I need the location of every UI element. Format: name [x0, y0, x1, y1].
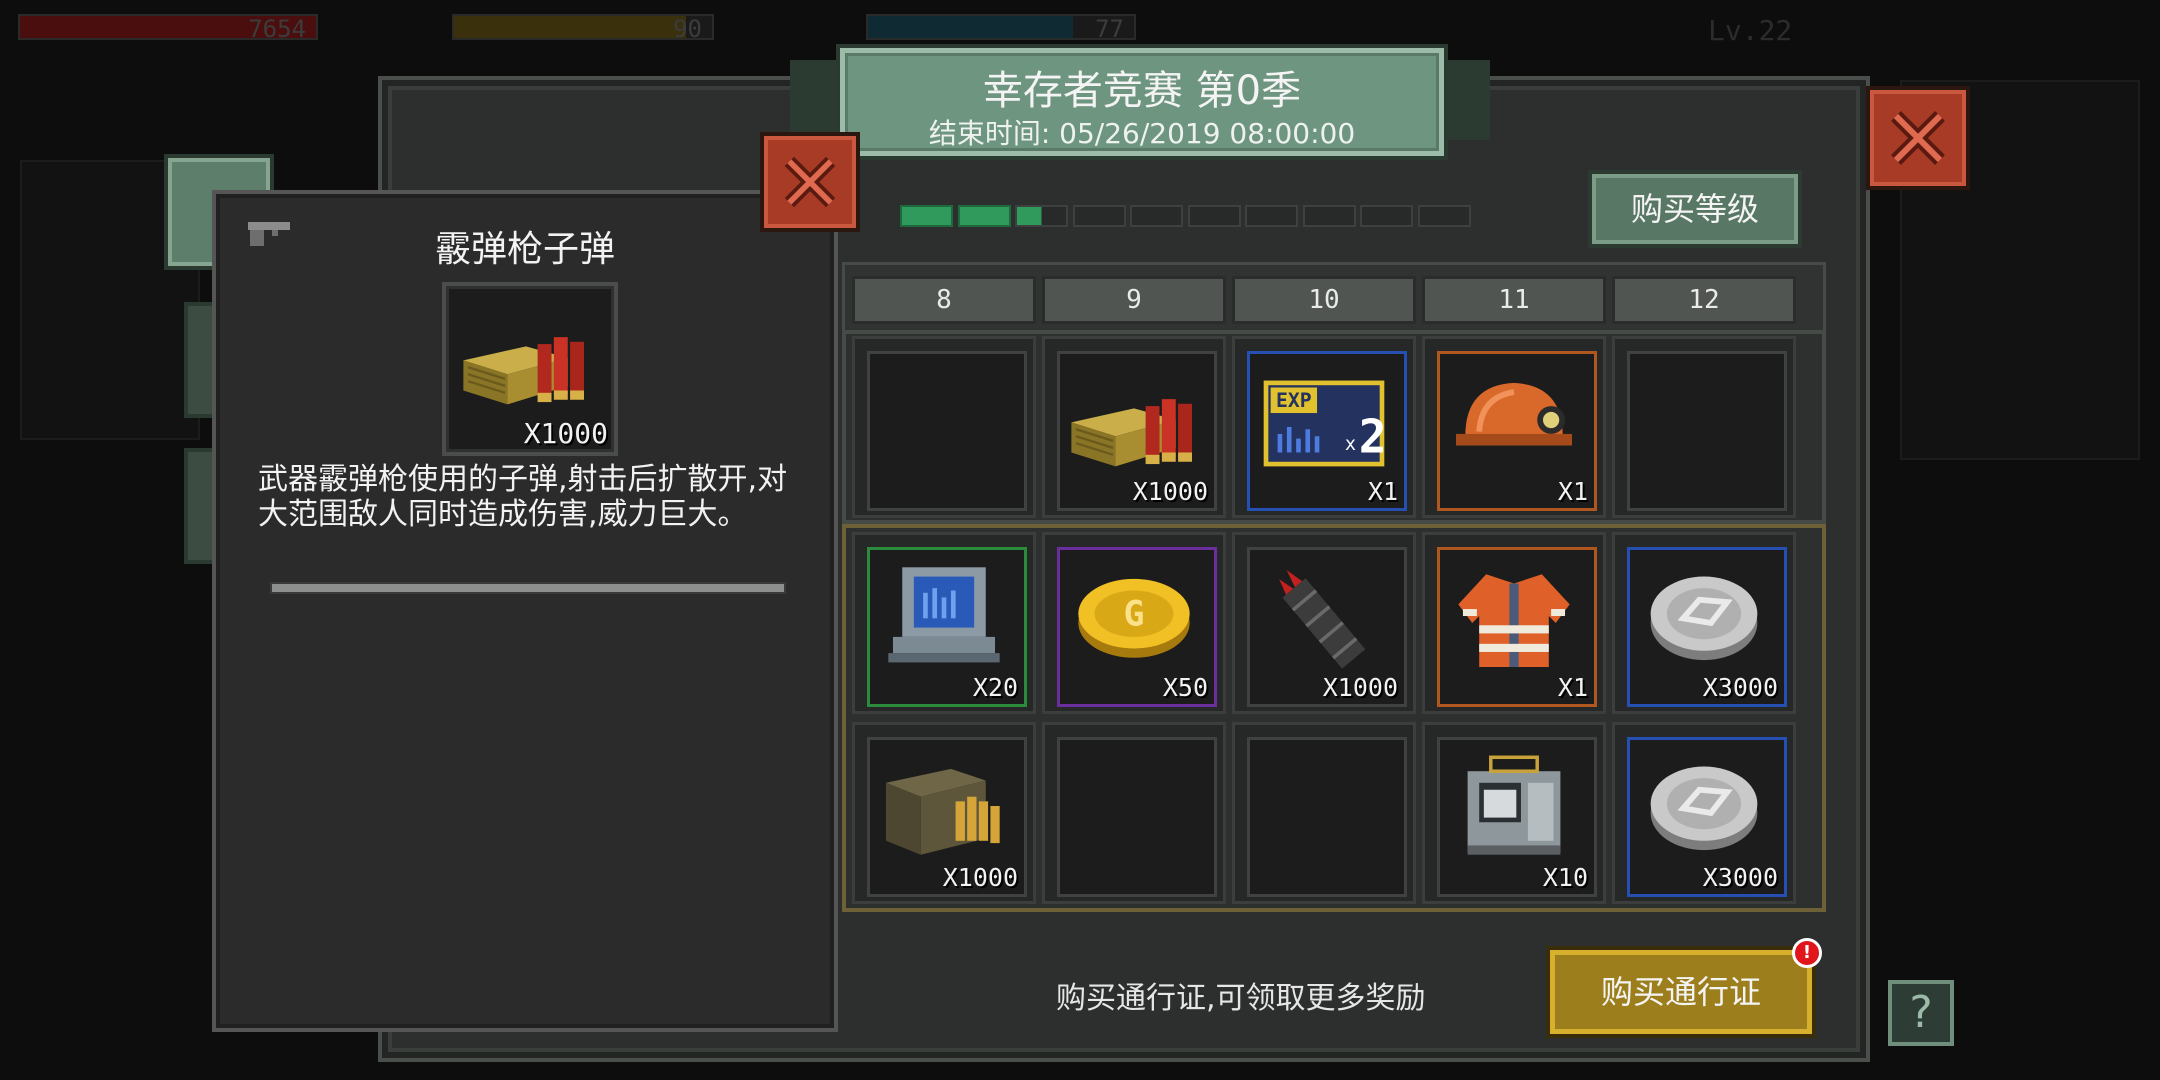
reward-slot: X1: [1437, 547, 1597, 707]
reward-cell[interactable]: X1: [1232, 336, 1416, 518]
reward-slot: [1057, 737, 1217, 897]
hud-energy-value: 90: [673, 15, 702, 43]
rifle-ammo-crate-icon: [874, 748, 1014, 864]
hud-energy-bar: 90: [452, 14, 714, 43]
progress-segment: [1360, 205, 1413, 227]
buy-level-button[interactable]: 购买等级: [1588, 170, 1802, 248]
reward-quantity: X1000: [1322, 673, 1398, 702]
close-icon: [1891, 111, 1945, 165]
alert-badge: !: [1792, 938, 1822, 968]
close-detail-button[interactable]: [760, 132, 860, 232]
reward-quantity: X3000: [1702, 863, 1778, 892]
item-quantity: X1000: [523, 417, 608, 450]
silver-coin-icon: [1634, 748, 1774, 864]
reward-cell[interactable]: X3000: [1612, 722, 1796, 904]
reward-slot: X3000: [1627, 547, 1787, 707]
reward-quantity: X1: [1557, 477, 1588, 506]
reward-cell[interactable]: X1000: [1042, 336, 1226, 518]
reward-cell[interactable]: X10: [1422, 722, 1606, 904]
gold-coin-icon: [1064, 558, 1204, 674]
reward-cell[interactable]: X3000: [1612, 532, 1796, 714]
reward-quantity: X3000: [1702, 673, 1778, 702]
reward-quantity: X1: [1557, 673, 1588, 702]
progress-segment: [900, 205, 953, 227]
progress-segment: [1015, 205, 1068, 227]
reward-quantity: X1000: [1132, 477, 1208, 506]
level-header: 9: [1042, 276, 1226, 324]
mining-helmet-icon: [1444, 362, 1584, 478]
reward-slot: X1000: [1057, 351, 1217, 511]
reward-cell[interactable]: X1: [1422, 336, 1606, 518]
shotgun-ammo-crate-icon: [1064, 362, 1204, 478]
progress-segment: [1245, 205, 1298, 227]
reward-slot: [1247, 737, 1407, 897]
progress-segment: [1130, 205, 1183, 227]
progress-segment: [1072, 205, 1126, 227]
season-title-banner: 幸存者竞赛 第0季 结束时间: 05/26/2019 08:00:00: [836, 44, 1448, 160]
generator-box-icon: [1444, 748, 1584, 864]
hud-level-text: Lv.22: [1708, 14, 1793, 47]
level-header: 12: [1612, 276, 1796, 324]
exp-boost-card-icon: [1254, 362, 1394, 478]
divider: [270, 582, 786, 594]
reward-slot: X1000: [1247, 547, 1407, 707]
item-preview: X1000: [442, 282, 618, 456]
arrow-quiver-icon: [1254, 558, 1394, 674]
reward-slot: X50: [1057, 547, 1217, 707]
item-description: 武器霰弹枪使用的子弹,射击后扩散开,对大范围敌人同时造成伤害,威力巨大。: [258, 462, 788, 532]
close-panel-button[interactable]: [1866, 86, 1970, 190]
reward-cell[interactable]: [1042, 722, 1226, 904]
reward-quantity: X1: [1367, 477, 1398, 506]
pass-hint-text: 购买通行证,可领取更多奖励: [1056, 981, 1426, 1016]
reward-cell[interactable]: X1: [1422, 532, 1606, 714]
reward-cell[interactable]: [1612, 336, 1796, 518]
item-detail-panel: 霰弹枪子弹 X1000 武器霰弹枪使用的子弹,射击后扩散开,对大范围敌人同时造成…: [212, 190, 838, 1032]
progress-segment: [1302, 205, 1356, 227]
level-header: 11: [1422, 276, 1606, 324]
reward-slot: X1: [1437, 351, 1597, 511]
progress-segment: [957, 205, 1011, 227]
reward-slot: [1627, 351, 1787, 511]
level-header: 10: [1232, 276, 1416, 324]
reward-cell[interactable]: X50: [1042, 532, 1226, 714]
shotgun-ammo-crate-icon: [456, 300, 596, 416]
help-button[interactable]: ?: [1888, 980, 1954, 1046]
blueprint-device-icon: [874, 558, 1014, 674]
reward-slot: X10: [1437, 737, 1597, 897]
hud-water-value: 77: [1095, 15, 1124, 43]
reward-quantity: X20: [972, 673, 1018, 702]
reward-quantity: X1000: [942, 863, 1018, 892]
progress-segment: [1417, 205, 1471, 227]
buy-pass-button[interactable]: 购买通行证: [1546, 946, 1816, 1038]
reward-slot: [867, 351, 1027, 511]
reward-quantity: X50: [1162, 673, 1208, 702]
reward-cell[interactable]: X20: [852, 532, 1036, 714]
reward-slot: X20: [867, 547, 1027, 707]
hud-water-bar: 77: [866, 14, 1136, 43]
silver-coin-icon: [1634, 558, 1774, 674]
season-title: 幸存者竞赛 第0季: [982, 68, 1302, 114]
reward-slot: X1: [1247, 351, 1407, 511]
reward-slot: X1000: [867, 737, 1027, 897]
item-name: 霰弹枪子弹: [434, 229, 615, 270]
progress-segment: [1187, 205, 1241, 227]
hi-vis-jacket-icon: [1444, 558, 1584, 674]
close-icon: [784, 156, 836, 208]
reward-cell[interactable]: [852, 336, 1036, 518]
reward-cell[interactable]: X1000: [852, 722, 1036, 904]
season-end-time: 结束时间: 05/26/2019 08:00:00: [928, 117, 1356, 150]
level-header: 8: [852, 276, 1036, 324]
reward-quantity: X10: [1542, 863, 1588, 892]
reward-slot: X3000: [1627, 737, 1787, 897]
reward-cell[interactable]: [1232, 722, 1416, 904]
reward-cell[interactable]: X1000: [1232, 532, 1416, 714]
hud-health-value: 7654: [248, 15, 306, 43]
hud-health-bar: 7654: [18, 14, 318, 43]
